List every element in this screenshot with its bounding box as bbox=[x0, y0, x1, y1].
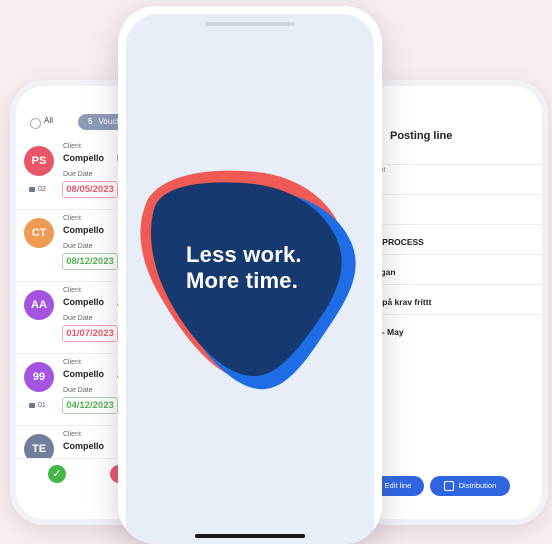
hero-screen: Less work. More time. bbox=[126, 14, 374, 544]
check-icon: ✓ bbox=[52, 468, 62, 480]
client-value: Compello bbox=[63, 153, 105, 163]
client-label: Client bbox=[63, 215, 81, 222]
client-label: Client bbox=[63, 359, 81, 366]
posting-field-row[interactable]: ment ry bbox=[358, 164, 542, 195]
avatar: PS bbox=[24, 146, 54, 176]
avatar: 99 bbox=[24, 362, 54, 392]
home-indicator bbox=[195, 534, 305, 538]
all-filter-label[interactable]: All bbox=[44, 116, 53, 125]
client-label: Client bbox=[63, 431, 81, 438]
distribution-icon bbox=[443, 481, 454, 492]
posting-field-row[interactable]: ect llo PROCESS bbox=[358, 224, 542, 255]
due-date-value: 08/12/2023 bbox=[62, 253, 118, 270]
client-value: Compello bbox=[63, 369, 105, 379]
comment-count: 02 bbox=[29, 186, 46, 193]
headline-line-1: Less work. bbox=[186, 242, 302, 267]
hero-headline: Less work. More time. bbox=[186, 242, 302, 294]
distribution-label: Distribution bbox=[458, 481, 497, 490]
due-date-label: Due Date bbox=[63, 315, 93, 322]
posting-field-row[interactable]: ode ap på krav frittt bbox=[358, 284, 542, 315]
posting-field-row[interactable]: 05 - May bbox=[358, 314, 542, 345]
due-date-value: 01/07/2023 bbox=[62, 325, 118, 342]
approve-button[interactable]: ✓ bbox=[48, 465, 66, 483]
avatar: AA bbox=[24, 290, 54, 320]
client-value: Compello bbox=[63, 297, 105, 307]
edit-line-label: Edit line bbox=[384, 481, 412, 490]
headline-line-2: More time. bbox=[186, 268, 299, 293]
distribution-button[interactable]: Distribution bbox=[430, 476, 510, 496]
due-date-label: Due Date bbox=[63, 171, 93, 178]
hero-phone: Less work. More time. bbox=[118, 6, 382, 544]
client-value: Compello bbox=[63, 225, 105, 235]
all-radio[interactable] bbox=[30, 118, 41, 129]
comment-count-value: 02 bbox=[38, 186, 46, 193]
due-date-value: 08/05/2023 bbox=[62, 181, 118, 198]
comment-icon bbox=[29, 402, 35, 408]
avatar: CT bbox=[24, 218, 54, 248]
client-label: Client bbox=[63, 143, 81, 150]
client-label: Client bbox=[63, 287, 81, 294]
posting-field-row[interactable]: llo bbox=[358, 194, 542, 225]
client-value: Compello bbox=[63, 441, 105, 451]
due-date-label: Due Date bbox=[63, 387, 93, 394]
comment-count: 01 bbox=[29, 402, 46, 409]
comment-count-value: 01 bbox=[38, 402, 46, 409]
comment-icon bbox=[29, 186, 35, 192]
posting-line-title: Posting line bbox=[390, 130, 453, 142]
posting-field-row[interactable]: ee Sagan bbox=[358, 254, 542, 285]
due-date-value: 04/12/2023 bbox=[62, 397, 118, 414]
due-date-label: Due Date bbox=[63, 243, 93, 250]
vouchers-count: 5 bbox=[88, 117, 93, 126]
